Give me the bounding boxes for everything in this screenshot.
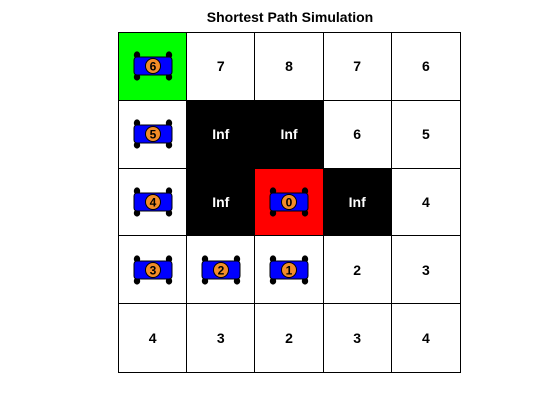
cell-distance-label: 7 (353, 58, 362, 75)
car-step-label: 6 (149, 60, 156, 74)
cell-distance-label: 4 (148, 330, 157, 347)
cell-distance-label: 5 (421, 126, 430, 143)
grid-cell-free: 3 (323, 304, 392, 372)
car-step-label: 2 (217, 263, 224, 277)
cell-distance-label: Inf (280, 126, 298, 143)
car-icon: 0 (269, 187, 309, 217)
cell-distance-label: 3 (353, 330, 362, 347)
car-step-label: 4 (149, 195, 156, 209)
grid-cell-free: 5 (391, 100, 460, 169)
path-grid: 6 7 8 7 6 5 Inf Inf 6 5 4 Inf 0 Inf 4 3 2 1 2 3 4 3 2 3 4 (118, 32, 461, 373)
car-icon: 2 (201, 255, 241, 285)
cell-distance-label: 2 (353, 261, 362, 278)
cell-distance-label: 4 (421, 330, 430, 347)
grid-cell-wall: Inf (187, 168, 256, 237)
cell-distance-label: 3 (216, 330, 225, 347)
cell-distance-label: Inf (212, 193, 230, 210)
grid-cell-free: 5 (119, 100, 188, 169)
cell-distance-label: 6 (421, 58, 430, 75)
grid-cell-start: 0 (255, 168, 324, 237)
grid-cell-free: 2 (323, 236, 392, 305)
simulation-title: Shortest Path Simulation (206, 9, 374, 25)
car-icon: 1 (269, 255, 309, 285)
grid-cell-wall: Inf (187, 100, 256, 169)
car-icon: 5 (133, 119, 173, 149)
grid-cell-goal: 6 (119, 33, 188, 101)
car-step-label: 1 (286, 263, 293, 277)
grid-cell-wall: Inf (255, 100, 324, 169)
grid-cell-free: 4 (119, 168, 188, 237)
cell-distance-label: 6 (353, 126, 362, 143)
grid-cell-free: 3 (187, 304, 256, 372)
grid-cell-free: 6 (323, 100, 392, 169)
grid-cell-wall: Inf (323, 168, 392, 237)
grid-cell-free: 4 (391, 304, 460, 372)
cell-distance-label: Inf (212, 126, 230, 143)
grid-cell-free: 2 (255, 304, 324, 372)
grid-cell-free: 2 (187, 236, 256, 305)
grid-cell-free: 1 (255, 236, 324, 305)
car-icon: 4 (133, 187, 173, 217)
cell-distance-label: 3 (421, 261, 430, 278)
cell-distance-label: 7 (216, 58, 225, 75)
grid-cell-free: 7 (187, 33, 256, 101)
car-icon: 3 (133, 255, 173, 285)
grid-cell-free: 4 (391, 168, 460, 237)
cell-distance-label: 8 (285, 58, 293, 75)
grid-cell-free: 8 (255, 33, 324, 101)
cell-distance-label: Inf (348, 193, 366, 210)
grid-cell-free: 7 (323, 33, 392, 101)
car-step-label: 3 (149, 263, 156, 277)
car-icon: 6 (133, 51, 173, 81)
grid-cell-free: 4 (119, 304, 188, 372)
cell-distance-label: 4 (421, 193, 430, 210)
grid-cell-free: 3 (391, 236, 460, 305)
car-step-label: 0 (286, 195, 293, 209)
grid-cell-free: 6 (391, 33, 460, 101)
grid-cell-free: 3 (119, 236, 188, 305)
car-step-label: 5 (149, 128, 156, 142)
cell-distance-label: 2 (285, 330, 293, 347)
